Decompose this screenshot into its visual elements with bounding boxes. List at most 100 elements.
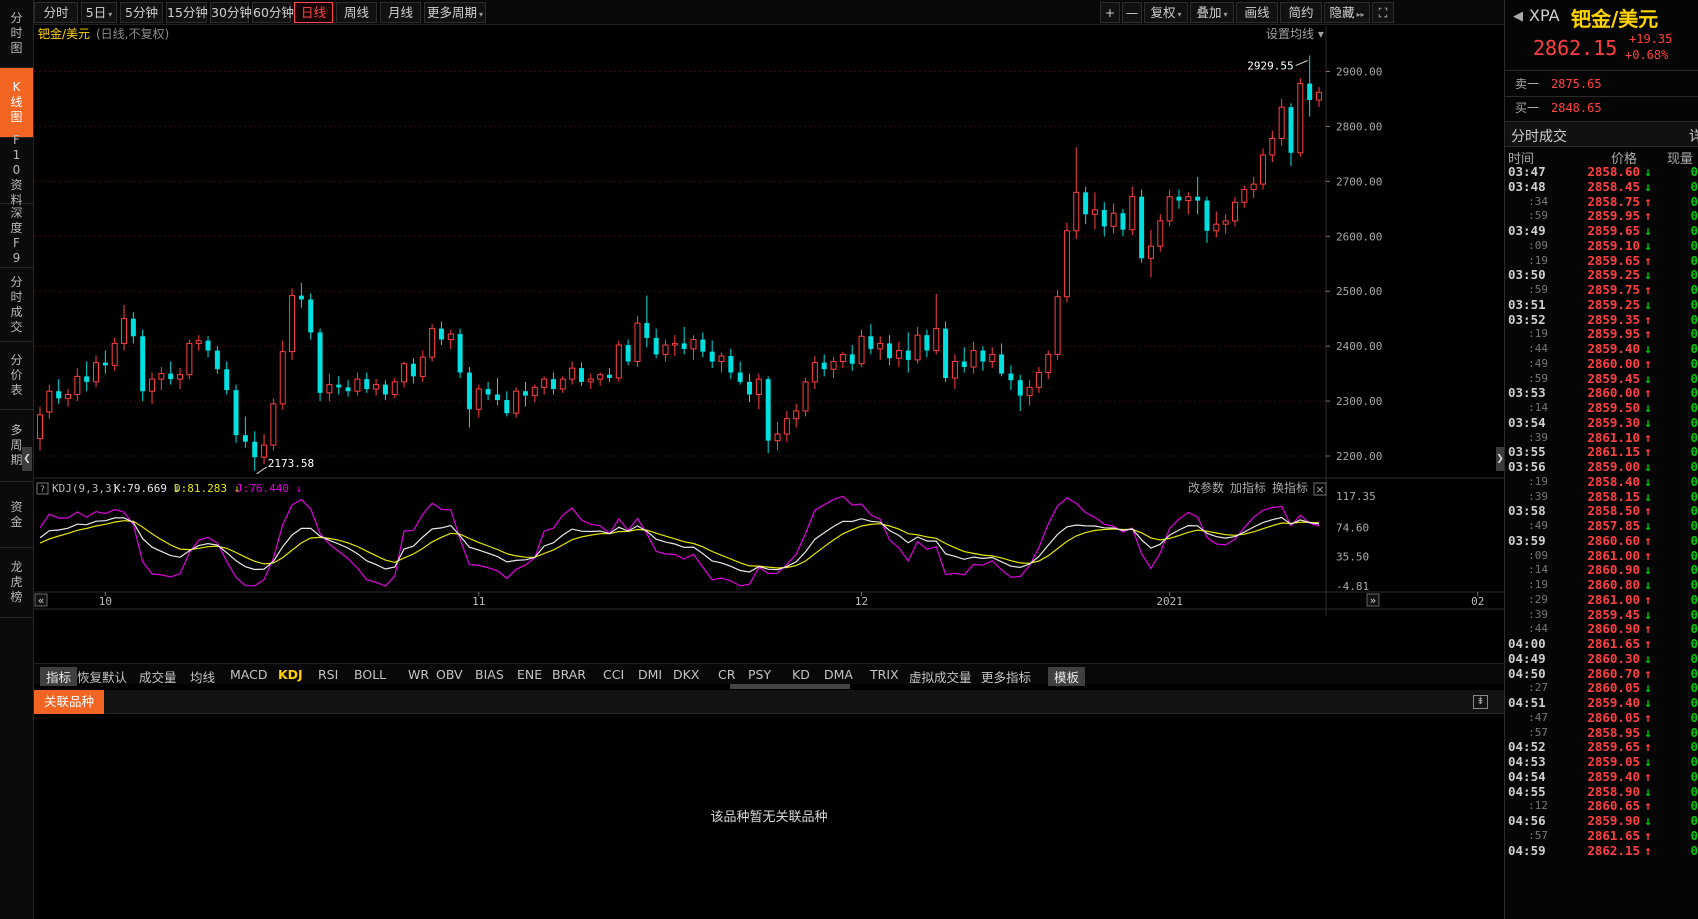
indicator-tab[interactable]: OBV [436,667,463,682]
candle-body [65,393,72,399]
indicator-tab[interactable]: BIAS [475,667,504,682]
indicator-tab[interactable]: BOLL [354,667,386,682]
nav-time-trades[interactable]: 分时成交 [0,268,33,342]
indicator-tab[interactable]: 更多指标 [981,667,1031,686]
arrow-down-icon: ↓ [1644,400,1652,415]
ma-setting-button[interactable]: 设置均线 ▾ [1266,27,1324,41]
tick-time: 04:50 [1508,665,1546,681]
nav-dragon-tiger[interactable]: 龙虎榜 [0,548,33,618]
tick-price: 2859.50 [1587,400,1640,415]
tick-row: 04:51 2859.40 ↓ 0 [1508,695,1698,711]
kdj-tool-button[interactable]: 换指标 [1272,480,1308,495]
tick-time: :57 [1528,828,1548,842]
candle-body [242,435,248,442]
tick-time: :14 [1528,401,1548,414]
period-button[interactable]: 60分钟 [252,2,294,23]
candle-body [186,342,193,376]
indicator-tab[interactable]: 指标 [40,667,78,686]
indicator-tab[interactable]: DMI [638,667,662,682]
indicator-tab[interactable]: RSI [318,667,338,682]
tool-button[interactable]: 简约 [1280,2,1322,23]
collapse-panel-icon[interactable]: ⇟ [1473,695,1488,709]
indicator-tab[interactable]: CR [718,667,735,682]
indicator-tab[interactable]: CCI [603,667,624,682]
right-panel-toggle-icon[interactable]: ❯ [1496,447,1504,471]
nav-f10[interactable]: F10资料 [0,133,33,207]
tool-button[interactable]: + [1100,2,1120,23]
period-label: 月线 [387,5,413,20]
period-button[interactable]: 更多周期 ▾ [424,2,486,23]
period-button[interactable]: 5分钟 [120,2,163,23]
collapse-left-icon[interactable]: ❮ [22,447,32,471]
tick-row: :44 2860.90 ↑ 0 [1508,621,1698,637]
indicator-tab[interactable]: PSY [748,667,771,682]
nav-multi-period[interactable]: 多周期 [0,410,33,482]
candle-body [849,354,855,364]
candle-body [1157,220,1164,247]
candle-body [690,339,697,350]
hide-arrows-icon: ▸▸ [1356,10,1365,19]
indicator-tab[interactable]: MACD [230,667,267,682]
tool-button[interactable]: 隐藏 ▸▸ [1324,2,1370,23]
indicator-tab[interactable]: BRAR [552,667,586,682]
indicator-tab[interactable]: DMA [824,667,853,682]
period-button[interactable]: 30分钟 [210,2,252,23]
kdj-tool-button[interactable]: 改参数 [1188,480,1224,495]
kline-chart[interactable]: 钯金/美元 (日线,不复权) 设置均线 ▾ 2900.00 2800.00 2700.00… [34,26,1504,666]
tool-button[interactable]: 复权 ▾ [1144,2,1188,23]
period-button[interactable]: 分时 [34,2,78,23]
nav-kline[interactable]: K线图 [0,68,33,138]
period-button[interactable]: 周线 [336,2,377,23]
indicator-tab[interactable]: ENE [517,667,542,682]
panel-resize-handle[interactable] [730,684,850,689]
indicator-tab[interactable]: TRIX [870,667,899,682]
candle-body [1091,209,1098,215]
nav-time-share[interactable]: 分时图 [0,0,33,68]
candle-body [1139,196,1145,259]
kdj-tool-button[interactable]: 加指标 [1230,480,1266,495]
arrow-down-icon: ↓ [1644,414,1652,430]
candle-body [905,350,911,360]
nav-label: 资金 [10,499,23,529]
period-button[interactable]: 日线 [294,2,333,23]
tick-volume: 0 [1690,621,1698,637]
nav-price-table[interactable]: 分价表 [0,342,33,410]
ticks-detail-link[interactable]: 详 [1689,126,1698,146]
candle-body [1241,189,1248,203]
indicator-tab[interactable]: 虚拟成交量 [909,667,972,686]
tool-button[interactable]: — [1122,2,1142,23]
candle-body [671,342,678,346]
tick-row: :39 2861.10 ↑ 0 [1508,430,1698,446]
tool-button[interactable]: 画线 [1236,2,1278,23]
tick-row: :39 2859.45 ↓ 0 [1508,607,1698,623]
indicator-tab[interactable]: DKX [673,667,699,682]
arrow-up-icon: ↑ [1644,532,1652,548]
indicator-tab[interactable]: KD [792,667,810,682]
indicator-tab[interactable]: 模板 [1048,667,1086,686]
nav-funds[interactable]: 资金 [0,482,33,548]
tick-row: :57 2861.65 ↑ 0 [1508,828,1698,844]
candle-body [308,299,314,333]
arrow-up-icon: ↑ [1644,503,1652,519]
indicator-tab[interactable]: 成交量 [139,667,177,686]
tick-row: 03:58 2858.50 ↑ 0 [1508,503,1698,519]
period-button[interactable]: 5日 ▾ [81,2,117,23]
nav-depth[interactable]: 深度F9 [0,204,33,268]
chevron-down-icon: ▾ [1223,10,1228,19]
kline-chart-panel[interactable]: 钯金/美元 (日线,不复权) 设置均线 ▾ 2900.00 2800.00 2700.00… [34,26,1504,676]
indicator-tab[interactable]: 均线 [190,667,215,686]
period-button[interactable]: 15分钟 [166,2,208,23]
period-button[interactable]: 月线 [380,2,421,23]
fullscreen-icon[interactable]: ⛶ [1372,2,1394,23]
tick-volume: 0 [1690,665,1698,681]
indicator-tab[interactable]: 恢复默认 [77,667,127,686]
arrow-up-icon: ↑ [1644,429,1652,445]
indicator-tab[interactable]: KDJ [278,667,303,682]
tool-button[interactable]: 叠加 ▾ [1190,2,1234,23]
tick-row: 03:56 2859.00 ↓ 0 [1508,459,1698,475]
indicator-tab[interactable]: WR [408,667,429,682]
tab-related-products[interactable]: 关联品种 [34,690,105,714]
tick-time: :47 [1528,710,1548,724]
prev-symbol-icon[interactable]: ◀ [1513,9,1523,24]
arrow-up-icon: ↑ [1644,385,1652,401]
